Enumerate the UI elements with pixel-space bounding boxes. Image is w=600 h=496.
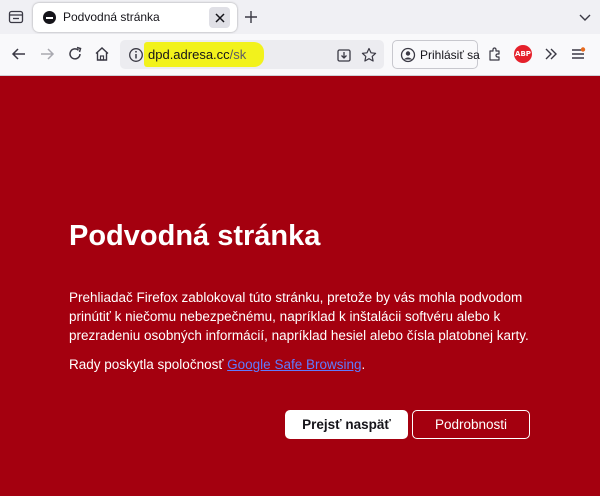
site-info-button[interactable] <box>127 46 144 63</box>
signin-label: Prihlásiť sa <box>420 48 480 62</box>
tab-title: Podvodná stránka <box>63 10 160 24</box>
forward-icon <box>41 48 55 60</box>
back-button[interactable] <box>7 42 31 66</box>
advisory-prefix: Rady poskytla spoločnosť <box>69 357 228 372</box>
tab-list-icon <box>8 10 24 24</box>
adblock-icon[interactable]: ABP <box>514 45 532 63</box>
deceptive-site-icon <box>43 11 56 24</box>
forward-button[interactable] <box>35 42 59 66</box>
overflow-icon <box>545 48 557 60</box>
account-icon <box>400 47 416 63</box>
bookmark-button[interactable] <box>359 45 379 65</box>
extensions-button[interactable] <box>483 42 507 66</box>
url-text[interactable]: dpd.adresa.cc/sk <box>148 47 246 62</box>
home-button[interactable] <box>90 42 114 66</box>
extensions-icon <box>489 47 500 61</box>
close-icon <box>214 12 225 23</box>
details-button[interactable]: Podrobnosti <box>412 410 530 439</box>
app-menu-button[interactable] <box>566 42 590 66</box>
star-icon <box>361 47 377 62</box>
page-title: Podvodná stránka <box>69 220 321 252</box>
signin-button[interactable]: Prihlásiť sa <box>392 40 480 69</box>
navigation-toolbar: dpd.adresa.cc/sk Prihlásiť sa ABP <box>0 34 600 76</box>
address-bar[interactable]: dpd.adresa.cc/sk <box>120 40 384 69</box>
tab-strip: Podvodná stránka <box>0 0 600 34</box>
tab-list-button[interactable] <box>5 6 27 28</box>
advisory-text: Rady poskytla spoločnosť Google Safe Bro… <box>69 357 365 372</box>
safe-browsing-link[interactable]: Google Safe Browsing <box>227 357 361 372</box>
home-icon <box>95 47 109 61</box>
warning-description: Prehliadač Firefox zablokoval túto strán… <box>69 290 529 343</box>
site-info-icon <box>128 47 143 62</box>
go-back-button[interactable]: Prejsť naspäť <box>285 410 408 439</box>
plus-icon <box>245 11 257 23</box>
download-page-button[interactable] <box>334 45 354 65</box>
advisory-suffix: . <box>361 357 366 372</box>
warning-page: Podvodná stránka Prehliadač Firefox zabl… <box>0 76 600 496</box>
chevron-down-icon <box>579 14 591 21</box>
menu-icon <box>572 47 586 59</box>
reload-icon <box>69 46 82 60</box>
tab-close-button[interactable] <box>209 7 230 28</box>
tab-active[interactable]: Podvodná stránka <box>33 3 237 32</box>
back-icon <box>11 48 25 60</box>
reload-button[interactable] <box>63 42 87 66</box>
url-host: dpd.adresa.cc <box>148 47 230 62</box>
list-all-tabs-button[interactable] <box>574 6 596 28</box>
download-page-icon <box>337 49 351 62</box>
overflow-menu-button[interactable] <box>539 42 563 66</box>
url-path: /sk <box>229 47 247 62</box>
new-tab-button[interactable] <box>240 6 262 28</box>
